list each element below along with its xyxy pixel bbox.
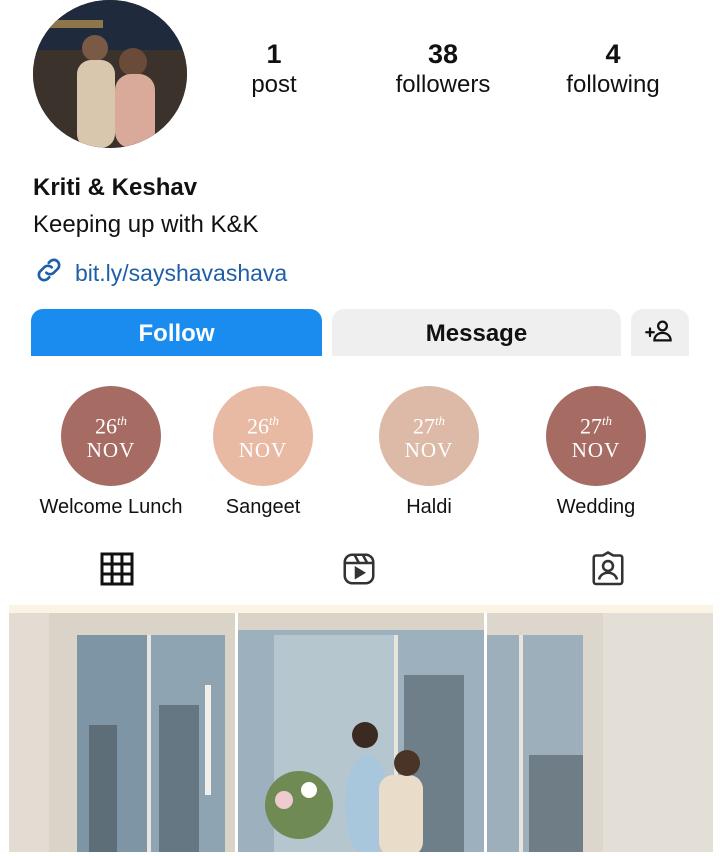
followers-label: followers	[395, 71, 491, 98]
highlight-month: NOV	[86, 437, 136, 462]
link-icon	[33, 254, 65, 292]
posts-stat[interactable]: 1 post	[224, 38, 324, 100]
highlight-0[interactable]: 26th NOV Welcome Lunch	[26, 386, 196, 519]
add-person-icon	[645, 316, 675, 353]
highlight-cover: 27th NOV	[546, 386, 646, 486]
highlight-cover: 26th NOV	[61, 386, 161, 486]
followers-stat[interactable]: 38 followers	[378, 38, 508, 100]
following-stat[interactable]: 4 following	[548, 38, 678, 100]
highlight-date: 26th	[246, 413, 280, 439]
profile-avatar[interactable]	[33, 0, 187, 148]
highlight-date: 26th	[94, 413, 128, 439]
posts-label: post	[251, 71, 297, 98]
tab-reels[interactable]	[341, 551, 377, 587]
profile-link[interactable]: bit.ly/sayshavashava	[33, 254, 287, 292]
highlight-date: 27th	[412, 413, 446, 439]
post-tile[interactable]	[9, 613, 235, 856]
following-label: following	[566, 71, 660, 98]
followers-count: 38	[427, 39, 459, 69]
tab-grid[interactable]	[99, 551, 135, 587]
button-row-divider	[0, 356, 720, 362]
highlight-title: Sangeet	[225, 496, 301, 518]
highlight-1[interactable]: 26th NOV Sangeet	[178, 386, 348, 519]
tagged-person-icon	[590, 551, 626, 587]
post-tile[interactable]	[487, 613, 713, 856]
highlight-month: NOV	[404, 437, 454, 462]
highlight-cover: 26th NOV	[213, 386, 313, 486]
following-count: 4	[605, 39, 621, 69]
highlight-title: Haldi	[406, 496, 452, 518]
follow-button[interactable]: Follow	[31, 309, 322, 359]
add-user-button[interactable]	[631, 309, 689, 359]
post-grid	[9, 605, 713, 856]
profile-link-text: bit.ly/sayshavashava	[75, 259, 288, 286]
profile-bio: Keeping up with K&K	[33, 211, 259, 238]
tab-tagged[interactable]	[590, 551, 626, 587]
highlight-month: NOV	[571, 437, 621, 462]
profile-name: Kriti & Keshav	[33, 174, 198, 201]
highlight-date: 27th	[579, 413, 613, 439]
highlight-3[interactable]: 27th NOV Wedding	[511, 386, 681, 519]
highlight-cover: 27th NOV	[379, 386, 479, 486]
message-button[interactable]: Message	[332, 309, 621, 359]
highlight-month: NOV	[238, 437, 288, 462]
grid-icon	[99, 551, 135, 587]
reels-icon	[341, 551, 377, 587]
highlight-title: Wedding	[556, 496, 636, 518]
post-tile[interactable]	[238, 613, 484, 856]
highlight-title: Welcome Lunch	[39, 496, 183, 518]
highlight-2[interactable]: 27th NOV Haldi	[344, 386, 514, 519]
posts-count: 1	[266, 39, 282, 69]
